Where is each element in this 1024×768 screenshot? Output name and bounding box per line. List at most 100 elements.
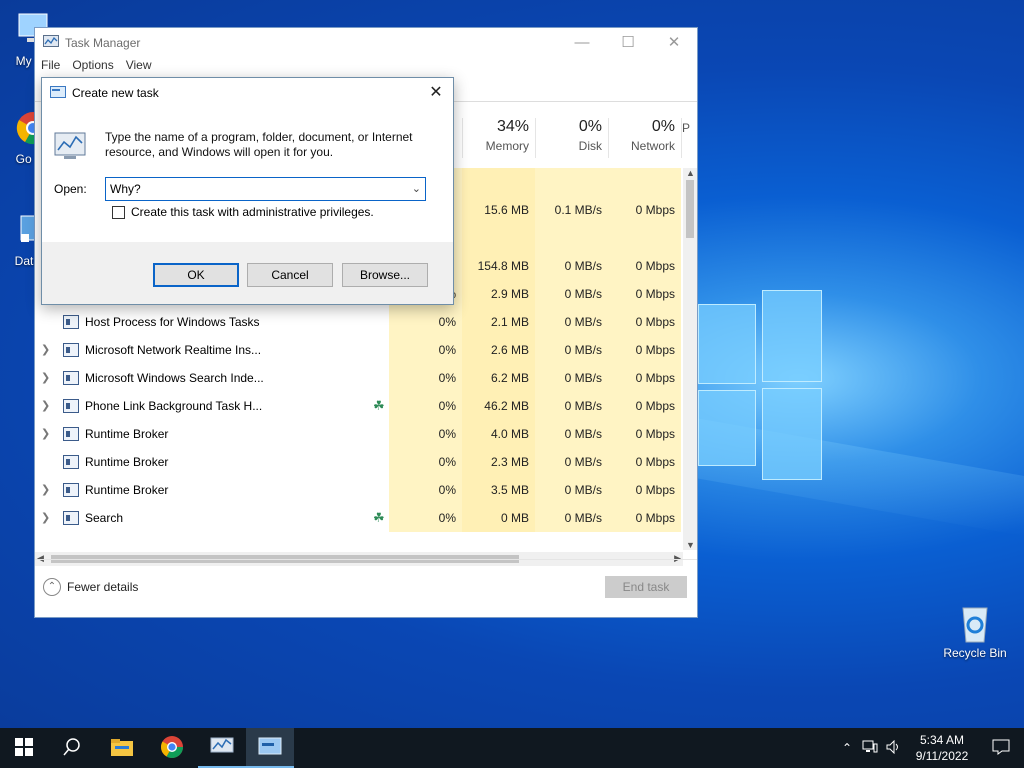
network-label: Network	[630, 139, 675, 153]
table-row[interactable]: 0% 6.2 MB 0 MB/s 0 Mbps ❯ Microsoft Windows S…	[35, 364, 683, 392]
process-icon	[63, 455, 79, 469]
leaf-icon: ☘	[373, 510, 385, 525]
cpu-cell: 0%	[389, 476, 462, 504]
task-manager-icon	[210, 736, 234, 759]
chevron-right-icon[interactable]: ❯	[41, 392, 50, 420]
dialog-close-icon[interactable]: ✕	[425, 82, 447, 104]
network-cell	[608, 168, 681, 196]
open-input[interactable]	[110, 179, 400, 199]
clock-time: 5:34 AM	[919, 733, 965, 747]
ok-button[interactable]: OK	[153, 263, 239, 287]
network-cell: 0 Mbps	[608, 308, 681, 336]
scroll-down-arrow-icon[interactable]: ▼	[686, 540, 695, 550]
power-label: P	[682, 121, 691, 135]
chrome-icon	[160, 735, 184, 762]
memory-cell: 2.1 MB	[462, 308, 535, 336]
chevron-right-icon[interactable]: ❯	[41, 420, 50, 448]
cpu-cell: 0%	[389, 336, 462, 364]
disk-cell	[535, 224, 608, 252]
open-combobox[interactable]: ⌄	[105, 177, 426, 201]
network-cell: 0 Mbps	[608, 196, 681, 224]
disk-cell: 0 MB/s	[535, 504, 608, 532]
memory-cell: 2.6 MB	[462, 336, 535, 364]
column-header-memory[interactable]: 34% Memory	[462, 118, 535, 158]
disk-cell: 0 MB/s	[535, 252, 608, 280]
process-icon	[63, 399, 79, 413]
network-cell: 0 Mbps	[608, 420, 681, 448]
taskbar-task-manager[interactable]	[198, 728, 246, 768]
create-new-task-dialog: Create new task ✕ Type the name of a pro…	[41, 77, 454, 305]
taskbar: ⌃ 5:34 AM 9/11/2022	[0, 728, 1024, 768]
vertical-scroll-thumb[interactable]	[686, 180, 694, 238]
maximize-button[interactable]: ☐	[605, 28, 651, 56]
clock[interactable]: 5:34 AM 9/11/2022	[906, 732, 978, 764]
desktop-icon-recycle-bin[interactable]: Recycle Bin	[940, 602, 1010, 660]
recycle-bin-label: Recycle Bin	[943, 646, 1007, 660]
table-row[interactable]: 0% 4.0 MB 0 MB/s 0 Mbps ❯ Runtime Broker	[35, 420, 683, 448]
admin-checkbox[interactable]	[112, 205, 125, 219]
cancel-button[interactable]: Cancel	[247, 263, 333, 287]
fewer-details-label: Fewer details	[67, 580, 139, 594]
chevron-right-icon[interactable]: ❯	[41, 364, 50, 392]
table-row[interactable]: 0% 2.1 MB 0 MB/s 0 Mbps Host Process for Win…	[35, 308, 683, 336]
chevron-right-icon[interactable]: ❯	[41, 336, 50, 364]
chevron-right-icon[interactable]: ❯	[41, 504, 50, 532]
memory-cell: 15.6 MB	[462, 196, 535, 224]
taskbar-file-explorer[interactable]	[98, 728, 146, 768]
memory-percent: 34%	[496, 118, 529, 135]
memory-cell: 2.3 MB	[462, 448, 535, 476]
table-row[interactable]: 0% 3.5 MB 0 MB/s 0 Mbps ❯ Runtime Broker	[35, 476, 683, 504]
menu-file[interactable]: File	[41, 58, 60, 78]
scroll-up-arrow-icon[interactable]: ▲	[686, 168, 695, 178]
taskbar-chrome[interactable]	[148, 728, 196, 768]
end-task-button[interactable]: End task	[605, 576, 687, 598]
process-name: Runtime Broker	[85, 427, 169, 441]
disk-cell: 0 MB/s	[535, 420, 608, 448]
chevron-right-icon[interactable]: ❯	[41, 476, 50, 504]
cpu-cell: 0%	[389, 420, 462, 448]
table-row[interactable]: 0% 46.2 MB 0 MB/s 0 Mbps ❯ Phone Link Backgro…	[35, 392, 683, 420]
dialog-description: Type the name of a program, folder, docu…	[105, 130, 413, 159]
table-row[interactable]: 0% 2.3 MB 0 MB/s 0 Mbps Runtime Broker	[35, 448, 683, 476]
memory-cell	[462, 224, 535, 252]
chevron-down-icon[interactable]: ⌄	[412, 182, 421, 195]
column-header-power[interactable]: P	[681, 118, 695, 158]
menu-view[interactable]: View	[126, 58, 152, 78]
start-button[interactable]	[0, 728, 48, 768]
chevron-up-icon: ⌃	[43, 578, 61, 596]
table-row[interactable]: 0% 0 MB 0 MB/s 0 Mbps ❯ Search ☘	[35, 504, 683, 532]
process-name: Phone Link Background Task H...	[85, 399, 263, 413]
memory-cell: 4.0 MB	[462, 420, 535, 448]
fewer-details-button[interactable]: ⌃ Fewer details	[43, 578, 138, 596]
dialog-titlebar[interactable]: Create new task	[42, 78, 453, 108]
chevron-up-icon[interactable]: ⌃	[836, 741, 858, 755]
process-name: Search	[85, 511, 124, 525]
memory-cell: 0 MB	[462, 504, 535, 532]
network-cell: 0 Mbps	[608, 336, 681, 364]
task-manager-icon	[43, 34, 59, 52]
volume-icon[interactable]	[882, 739, 906, 757]
disk-cell	[535, 168, 608, 196]
process-icon	[63, 343, 79, 357]
column-header-disk[interactable]: 0% Disk	[535, 118, 608, 158]
search-icon	[63, 511, 79, 525]
minimize-button[interactable]: —	[559, 28, 605, 56]
vertical-scrollbar[interactable]: ▲ ▼	[683, 168, 697, 550]
notifications-icon[interactable]	[978, 739, 1024, 758]
admin-label: Create this task with administrative pri…	[131, 205, 374, 219]
network-cell: 0 Mbps	[608, 392, 681, 420]
windows-logo-wallpaper	[698, 290, 822, 480]
taskbar-search-button[interactable]	[48, 728, 96, 768]
network-icon[interactable]	[858, 740, 882, 757]
menu-options[interactable]: Options	[72, 58, 113, 78]
close-button[interactable]: ✕	[651, 28, 697, 56]
admin-privileges-option[interactable]: Create this task with administrative pri…	[112, 205, 374, 219]
search-indexer-icon	[63, 371, 79, 385]
cpu-cell: 0%	[389, 504, 462, 532]
column-header-network[interactable]: 0% Network	[608, 118, 681, 158]
taskbar-run-dialog[interactable]	[246, 728, 294, 768]
table-row[interactable]: 0% 2.6 MB 0 MB/s 0 Mbps ❯ Microsoft Network R…	[35, 336, 683, 364]
browse-button[interactable]: Browse...	[342, 263, 428, 287]
network-cell: 0 Mbps	[608, 280, 681, 308]
process-icon	[63, 315, 79, 329]
